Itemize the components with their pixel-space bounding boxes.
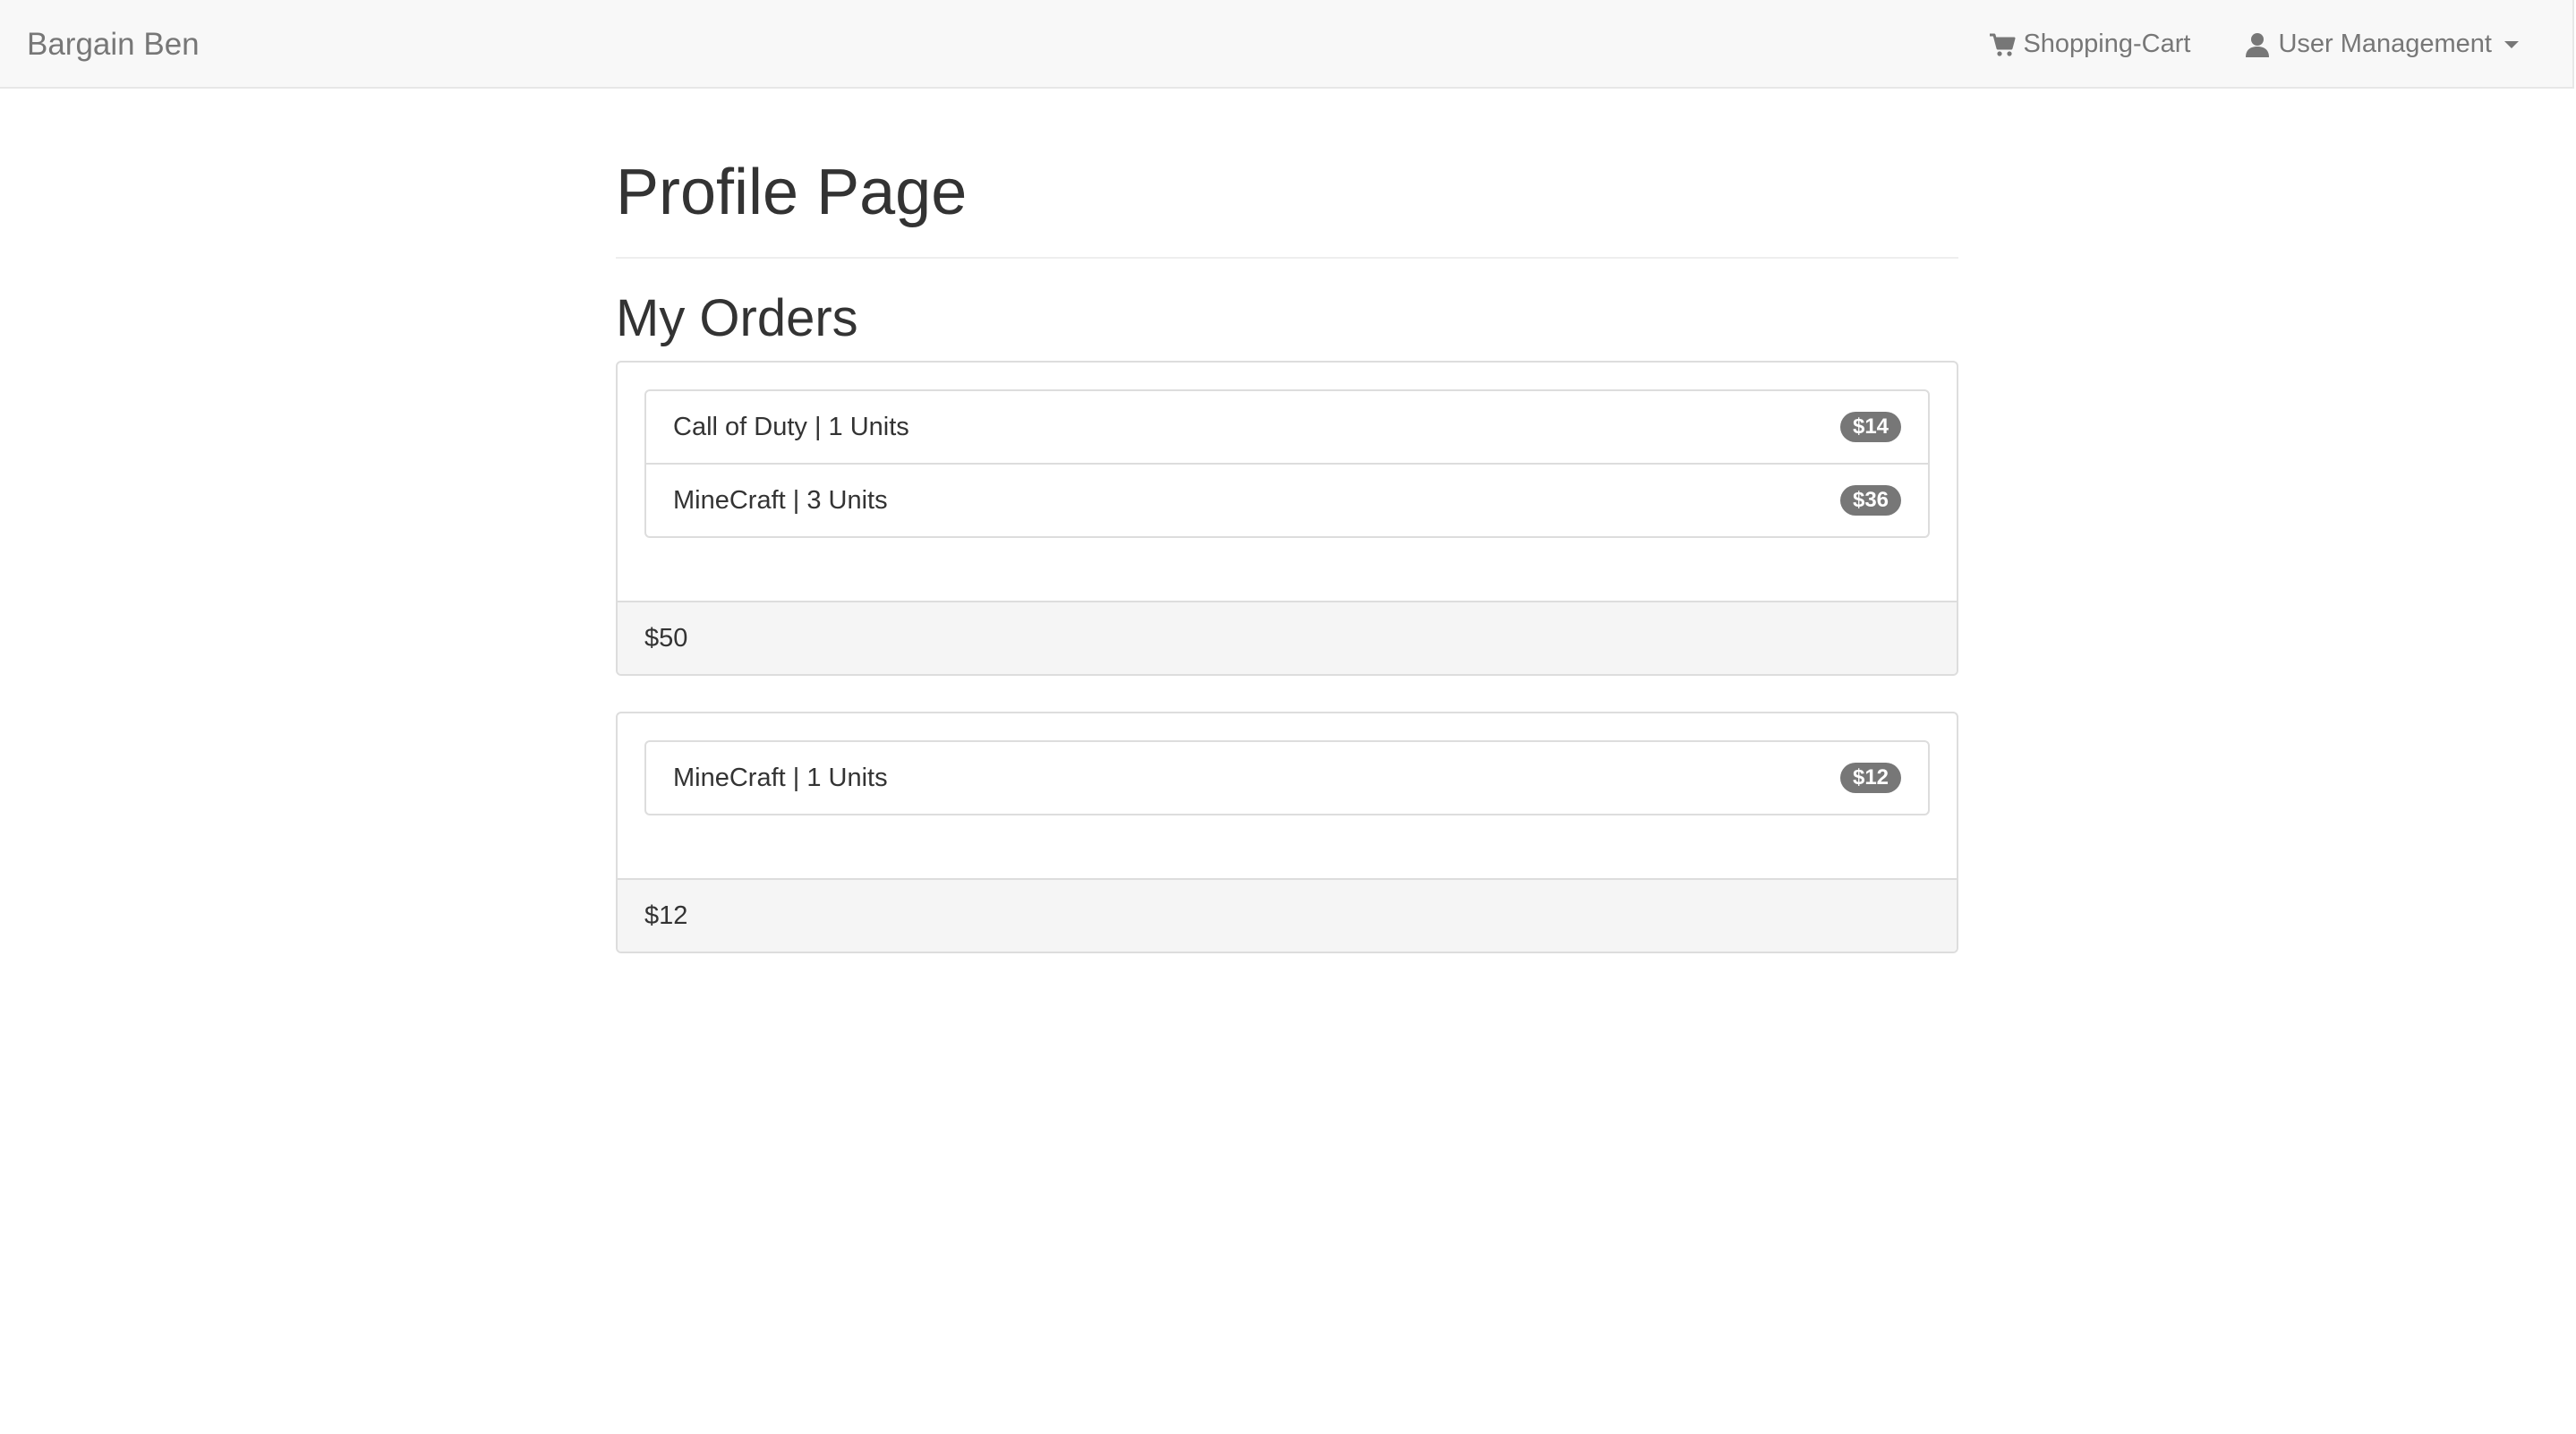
price-badge: $12 <box>1840 763 1901 793</box>
shopping-cart-icon <box>1989 31 2016 58</box>
order-total: $50 <box>618 601 1957 674</box>
user-icon <box>2244 31 2271 58</box>
section-title: My Orders <box>616 289 858 347</box>
price-badge: $36 <box>1840 485 1901 516</box>
price-badge: $14 <box>1840 412 1901 442</box>
order-item: Call of Duty | 1 Units $14 <box>646 391 1928 463</box>
order-item-label: MineCraft | 3 Units <box>673 485 888 515</box>
shopping-cart-link[interactable]: Shopping-Cart <box>1989 30 2190 59</box>
user-management-dropdown[interactable]: User Management <box>2244 30 2519 59</box>
order-item-label: Call of Duty | 1 Units <box>673 412 909 441</box>
order-item-label: MineCraft | 1 Units <box>673 763 888 792</box>
order-panel: MineCraft | 1 Units $12 $12 <box>616 712 1958 953</box>
order-panel-body: MineCraft | 1 Units $12 <box>618 713 1957 878</box>
top-navbar: Bargain Ben Shopping-Cart User Managemen <box>0 0 2574 89</box>
user-management-label: User Management <box>2278 30 2492 58</box>
order-item: MineCraft | 3 Units $36 <box>646 463 1928 536</box>
order-total: $12 <box>618 878 1957 952</box>
chevron-down-icon <box>2504 40 2519 48</box>
order-panel: Call of Duty | 1 Units $14 MineCraft | 3… <box>616 361 1958 676</box>
main-content: Profile Page My Orders Call of Duty | 1 … <box>616 89 1958 953</box>
order-items-list: MineCraft | 1 Units $12 <box>644 740 1930 815</box>
page-title: Profile Page <box>616 89 1958 259</box>
order-item: MineCraft | 1 Units $12 <box>646 742 1928 814</box>
brand-link[interactable]: Bargain Ben <box>27 0 200 89</box>
order-panel-body: Call of Duty | 1 Units $14 MineCraft | 3… <box>618 363 1957 601</box>
navbar-right: Shopping-Cart User Management <box>1989 0 2519 89</box>
shopping-cart-label: Shopping-Cart <box>2023 30 2191 58</box>
order-items-list: Call of Duty | 1 Units $14 MineCraft | 3… <box>644 389 1930 538</box>
